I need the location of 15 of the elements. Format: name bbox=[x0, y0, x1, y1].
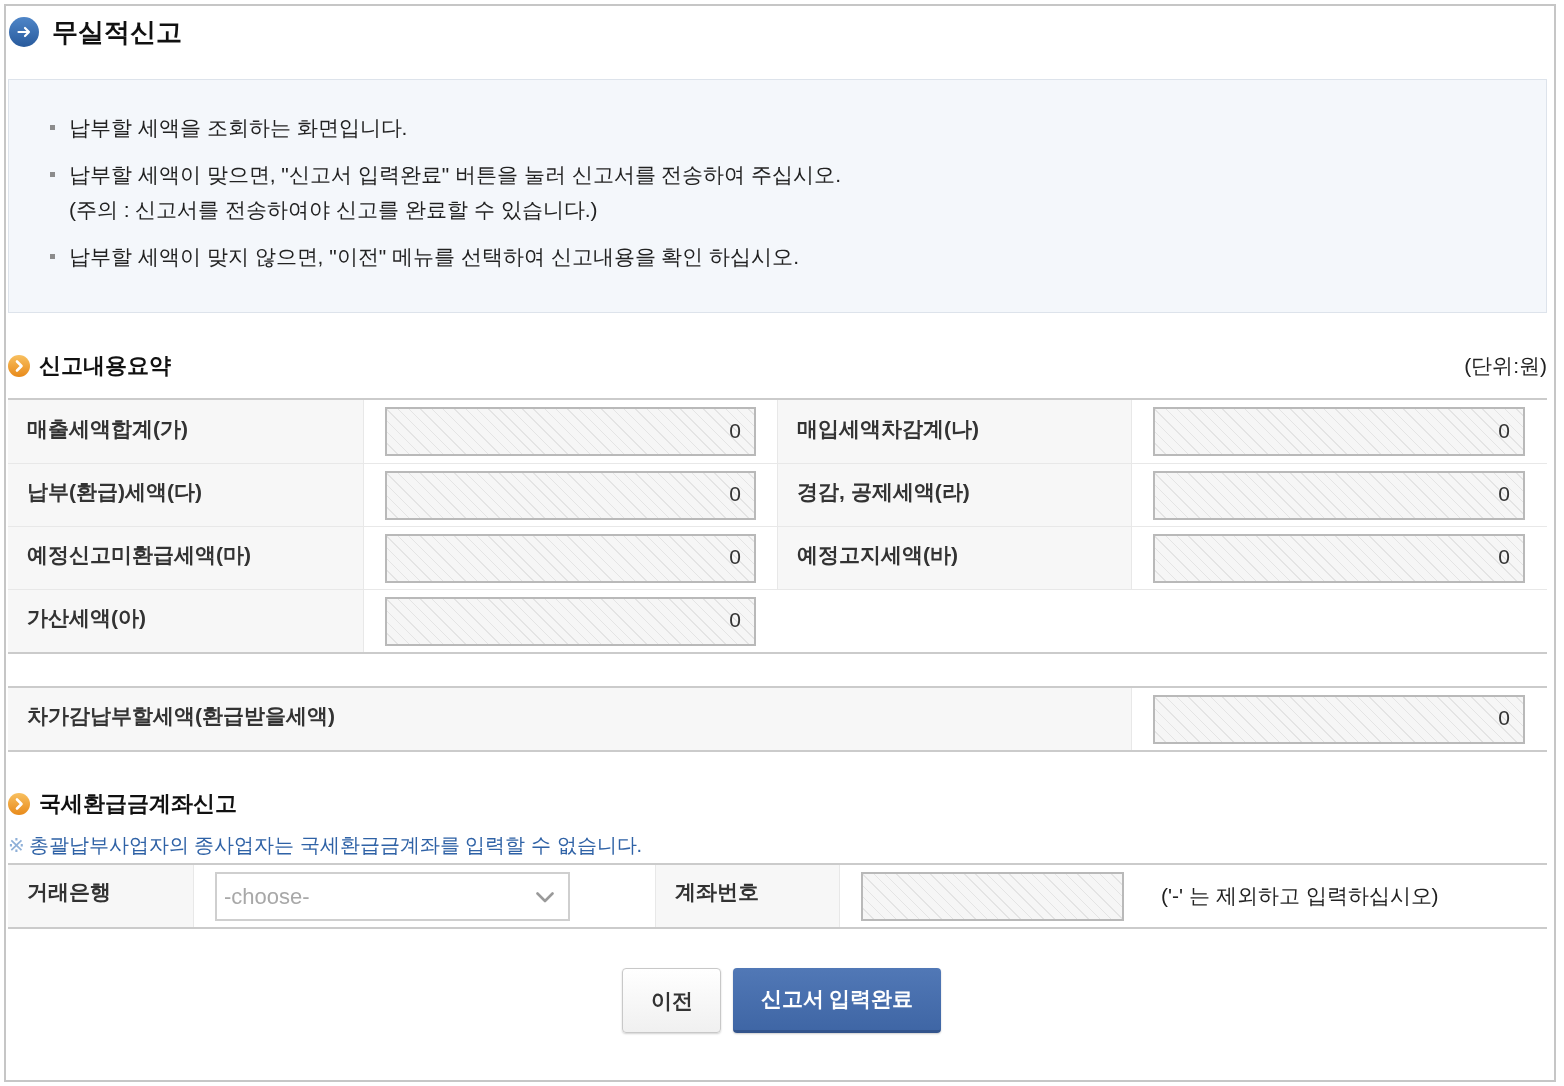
bullet-icon bbox=[50, 254, 55, 259]
guide-text: 납부할 세액을 조회하는 화면입니다. bbox=[69, 115, 408, 141]
guide-text: 납부할 세액이 맞으면, "신고서 입력완료" 버튼을 눌러 신고서를 전송하여 주십시오. bbox=[69, 162, 842, 188]
unit-label: (단위:원) bbox=[1464, 353, 1547, 379]
reference-mark: ※ bbox=[8, 833, 25, 857]
notice-text: 총괄납부사업자의 종사업자는 국세환급금계좌를 입력할 수 없습니다. bbox=[28, 832, 643, 858]
bullet-icon bbox=[50, 125, 55, 130]
guide-note: (주의 : 신고서를 전송하여야 신고를 완료할 수 있습니다.) bbox=[69, 197, 599, 223]
input-hint: ('-' 는 제외하고 입력하십시오) bbox=[1161, 883, 1439, 909]
guide-text: 납부할 세액이 맞지 않으면, "이전" 메뉴를 선택하여 신고내용을 확인 하십시오. bbox=[69, 244, 800, 270]
page-title: 무실적신고 bbox=[52, 15, 182, 49]
section-title: 국세환급금계좌신고 bbox=[39, 790, 237, 818]
bullet-icon bbox=[50, 172, 55, 177]
section-title: 신고내용요약 bbox=[39, 352, 171, 380]
arrow-right-circle-icon bbox=[9, 17, 39, 47]
